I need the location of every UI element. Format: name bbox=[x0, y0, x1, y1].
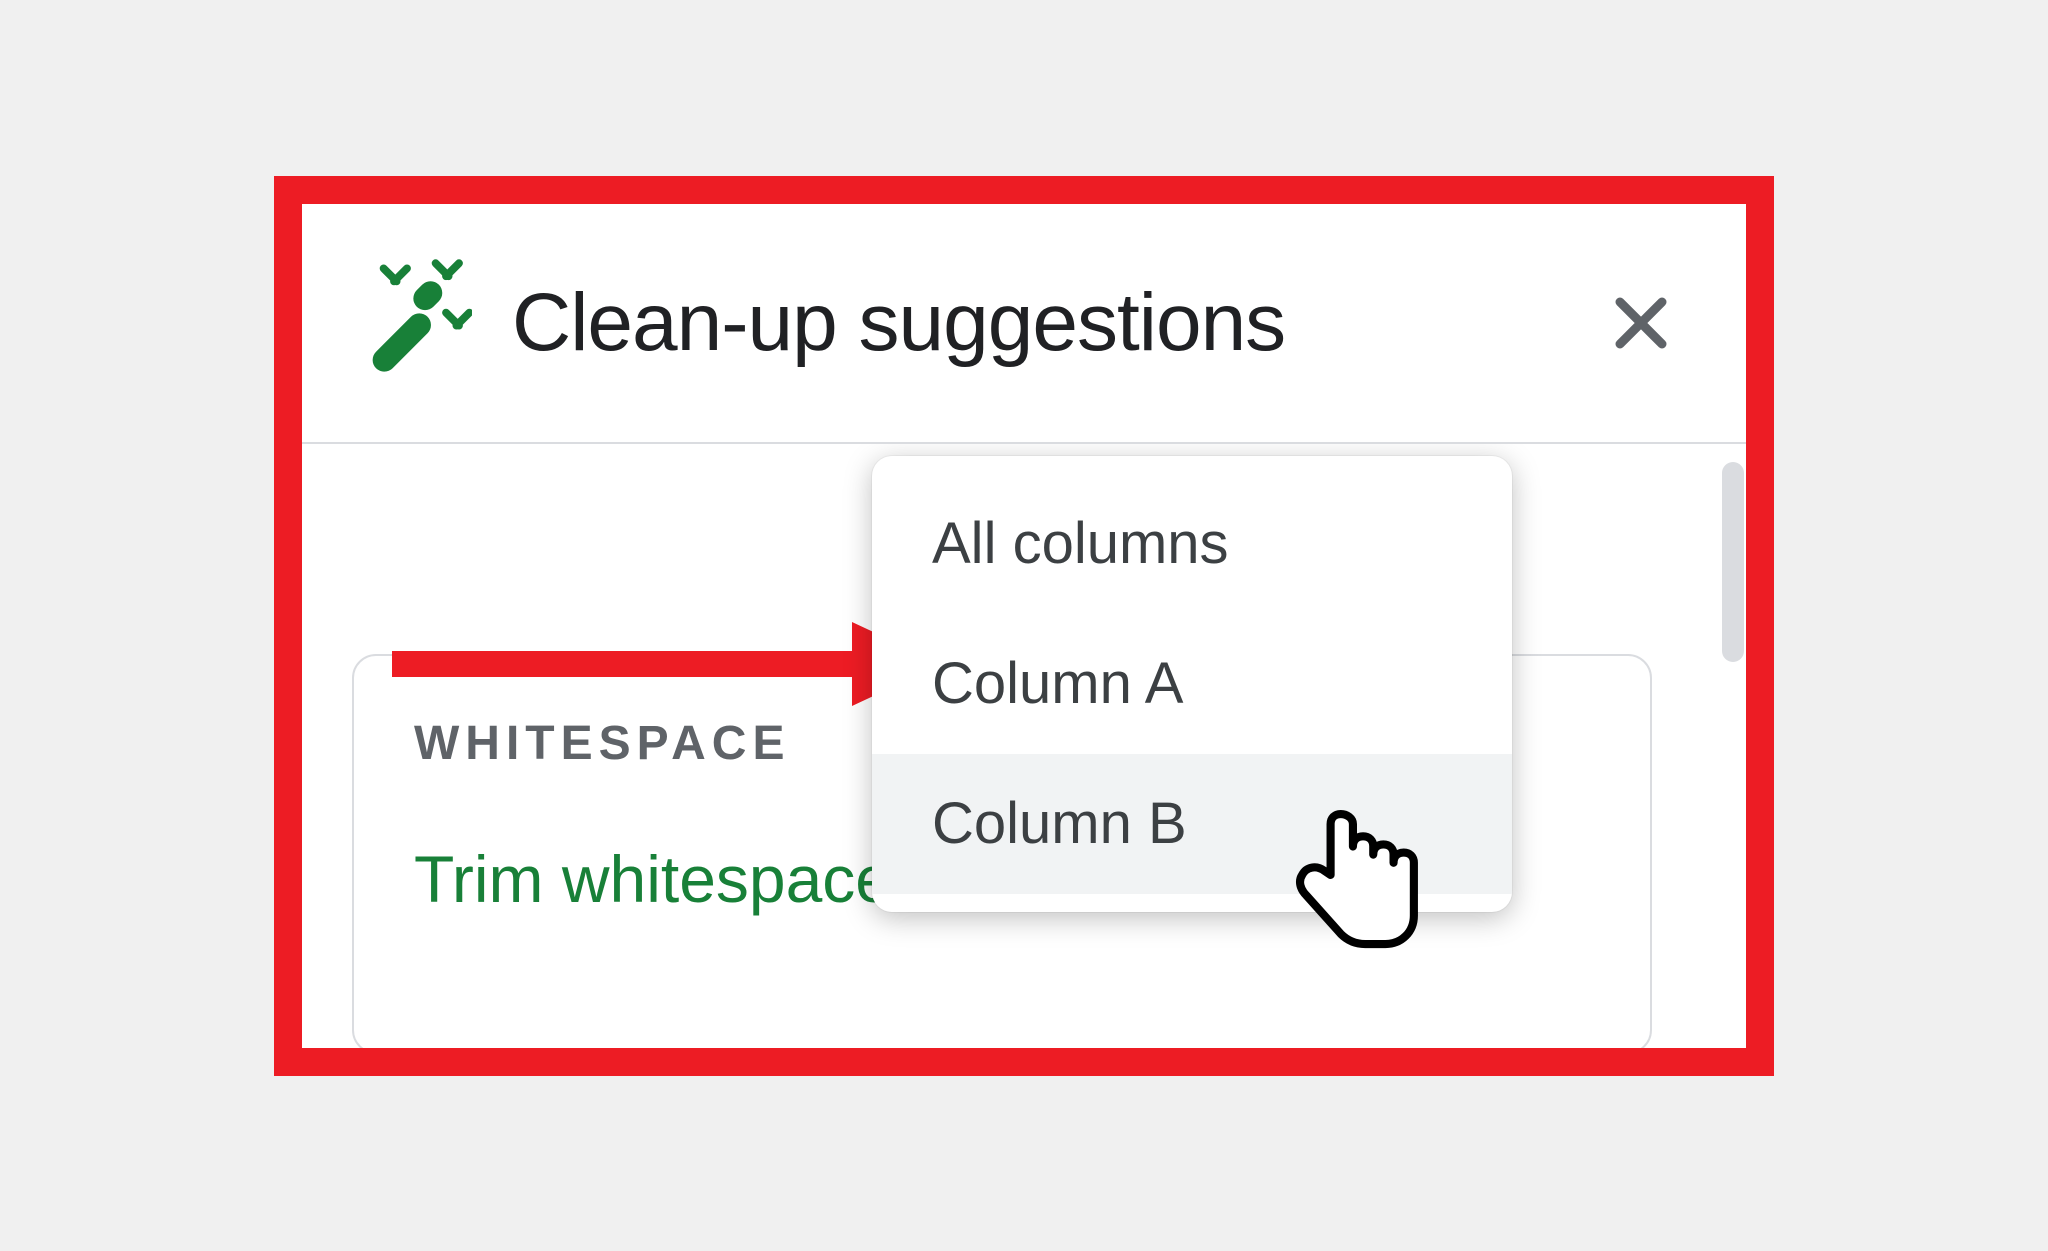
panel-header: Clean-up suggestions bbox=[302, 204, 1746, 444]
annotation-highlight-frame: Clean-up suggestions WHITESPACE Trim whi… bbox=[274, 176, 1774, 1076]
scrollbar-thumb[interactable] bbox=[1722, 462, 1744, 662]
suggestions-scroll-area: WHITESPACE Trim whitespace All columns C… bbox=[302, 444, 1720, 1048]
menu-item-all-columns[interactable]: All columns bbox=[872, 474, 1512, 614]
panel-title: Clean-up suggestions bbox=[512, 276, 1576, 370]
scrollbar[interactable] bbox=[1720, 444, 1746, 1048]
magic-wand-icon bbox=[342, 258, 472, 388]
menu-item-column-b[interactable]: Column B bbox=[872, 754, 1512, 894]
menu-item-column-a[interactable]: Column A bbox=[872, 614, 1512, 754]
column-select-dropdown: All columns Column A Column B bbox=[872, 456, 1512, 912]
close-button[interactable] bbox=[1576, 258, 1706, 388]
close-icon bbox=[1605, 287, 1677, 359]
